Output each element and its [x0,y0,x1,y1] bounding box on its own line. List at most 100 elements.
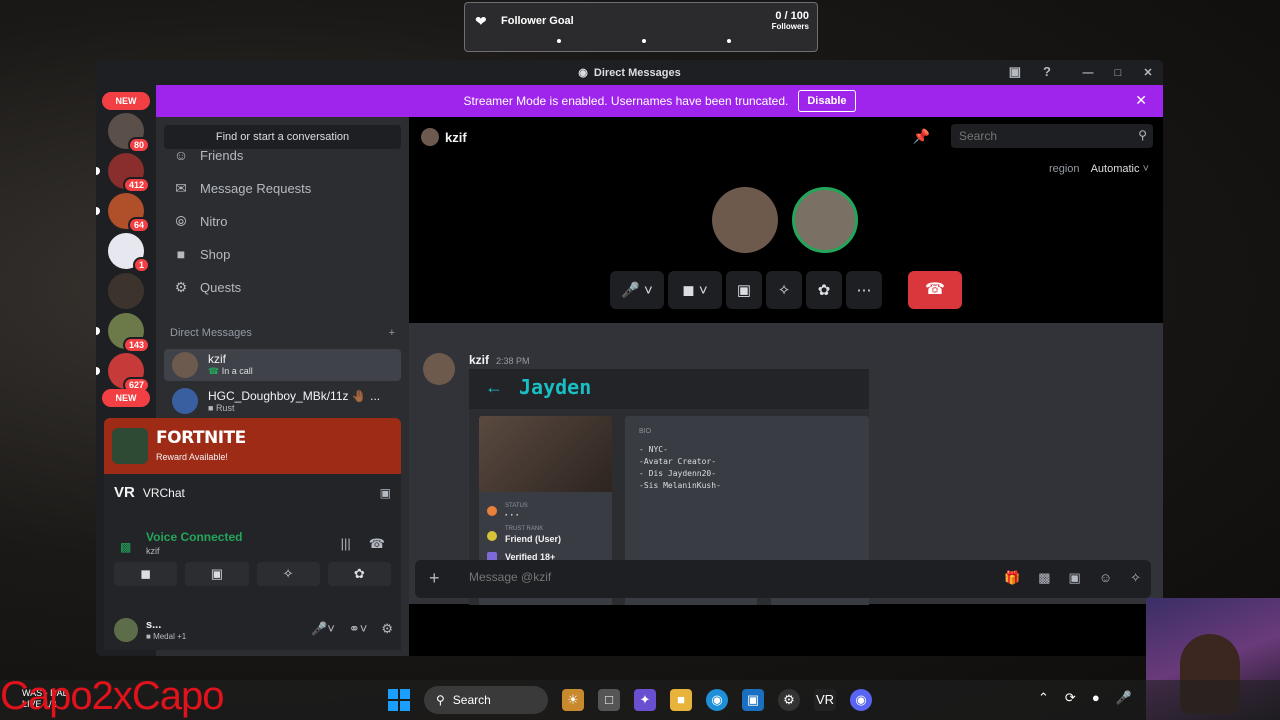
help-icon[interactable]: ? [1043,64,1051,80]
taskbar-search[interactable]: ⚲ Search [424,686,548,714]
nav-friends[interactable]: ☺ Friends [164,149,401,163]
sticker-icon[interactable]: ▣ [1069,570,1081,586]
status-value: · · · [505,510,519,520]
add-attachment-icon[interactable]: + [429,568,440,589]
inbox-icon[interactable]: ▣ [1009,64,1021,80]
avatar[interactable] [114,618,138,642]
mention-badge: 64 [127,217,150,233]
dm-name: HGC_Doughboy_MBk/11z 🤚🏾 ... [208,388,381,403]
dm-status-text: In a call [221,366,253,376]
video-button[interactable]: ◼ ˅ [668,271,722,309]
close-icon[interactable]: ✕ [1133,66,1163,79]
search-icon: ⚲ [1138,128,1147,142]
trust-rank-icon [487,531,497,541]
copilot-icon[interactable]: ✦ [634,689,656,711]
sync-icon[interactable]: ⟳ [1065,690,1076,706]
maximize-icon[interactable]: □ [1103,67,1133,79]
task-view-icon[interactable]: □ [598,689,620,711]
server-icon[interactable]: 64 [108,193,150,233]
avatar [172,352,198,378]
edge-icon[interactable]: ◉ [706,689,728,711]
vrchat-taskbar-icon[interactable]: VR [814,689,836,711]
call-controls: 🎤 ˅ ◼ ˅ ▣ ✧ ✿ ⋯ [610,271,882,309]
nav-nitro[interactable]: ⦾ Nitro [164,205,401,237]
emoji-icon[interactable]: ☺ [1099,570,1112,586]
file-explorer-icon[interactable]: ■ [670,689,692,711]
microphone-tray-icon[interactable]: 🎤 [1116,690,1132,706]
add-dm-icon[interactable]: + [389,327,395,339]
server-icon[interactable]: 80 [108,113,150,153]
signal-icon: ▩ [120,540,132,554]
more-options-button[interactable]: ⋯ [846,271,882,309]
server-icon[interactable]: 627 [108,353,150,393]
noise-suppression-icon[interactable]: ||| [341,536,351,552]
store-icon[interactable]: ▣ [742,689,764,711]
disable-streamer-mode-button[interactable]: Disable [798,90,856,112]
pin-icon[interactable]: 📌 [913,128,930,145]
avatar[interactable] [423,353,455,385]
nav-message-requests[interactable]: ✉ Message Requests [164,172,401,204]
dm-status-text: Rust [215,402,235,413]
soundboard-button[interactable]: ✿ [806,271,842,309]
nav-quests[interactable]: ⚙ Quests [164,271,401,303]
unread-pip [96,327,100,335]
taskbar-search-label: Search [452,693,491,707]
disconnect-icon[interactable]: ☎ [369,536,385,552]
message-input[interactable] [469,570,769,584]
apps-icon[interactable]: ✧ [1130,570,1141,586]
discord-window: ◉ Direct Messages ▣ ? — □ ✕ Streamer Mod… [96,60,1163,656]
gift-icon[interactable]: 🎁 [1004,570,1020,586]
back-arrow-icon: ← [485,377,503,397]
progress-tick [557,39,561,43]
search-input[interactable] [951,124,1153,148]
nav-shop[interactable]: ■ Shop [164,238,401,270]
close-banner-icon[interactable]: ✕ [1135,92,1147,109]
server-icon[interactable] [108,273,144,309]
server-icon[interactable]: 412 [108,153,150,193]
find-conversation-button[interactable]: Find or start a conversation [164,125,401,149]
discord-taskbar-icon[interactable]: ◉ [850,689,872,711]
nitro-icon: ⦾ [175,212,187,229]
taskbar-apps: ⚲ Search ☀ □ ✦ ■ ◉ ▣ ⚙ VR ◉ [388,686,872,714]
region-selector[interactable]: region Automatic ˅ [1049,163,1149,175]
voice-status[interactable]: Voice Connected kzif [146,530,242,556]
server-icon[interactable]: 1 [108,233,150,273]
quests-icon: ⚙ [174,278,188,295]
headphones-icon[interactable]: ⚭˅ [349,621,367,637]
screen-share-icon[interactable]: ▣ [380,486,391,500]
vrchat-logo: VR [114,484,135,501]
minimize-icon[interactable]: — [1073,67,1103,79]
gif-icon[interactable]: ▩ [1038,570,1050,586]
call-participant-avatar-speaking[interactable] [792,187,858,253]
bio-line: -Sis MelaninKush- [639,481,721,490]
share-screen-button[interactable]: ▣ [185,562,249,586]
chevron-up-icon[interactable]: ⌃ [1038,690,1049,706]
share-screen-button[interactable]: ▣ [726,271,762,309]
microphone-icon[interactable]: 🎤˅ [311,621,335,637]
end-call-button[interactable]: ☎ [908,271,962,309]
tray-app-icon[interactable]: ● [1092,690,1100,706]
user-controls: 🎤˅ ⚭˅ ⚙ [311,621,393,637]
follower-goal-widget: ❤ Follower Goal 0 / 100 Followers [464,2,818,52]
app-icon[interactable]: ⚙ [778,689,800,711]
settings-gear-icon[interactable]: ⚙ [381,621,393,637]
bio-line: - NYC- [639,445,668,454]
bio-label: BIO [639,428,652,435]
server-icon[interactable]: 143 [108,313,150,353]
message-author[interactable]: kzif [469,353,489,367]
mute-button[interactable]: 🎤 ˅ [610,271,664,309]
camera-button[interactable]: ◼ [114,562,178,586]
unread-pip [96,367,100,375]
system-tray: ⌃ ⟳ ● 🎤 [1038,690,1132,706]
trust-rank-label: TRUST RANK [505,526,544,532]
soundboard-button[interactable]: ✿ [327,562,391,586]
windows-start-icon[interactable] [388,689,410,711]
activities-button[interactable]: ✧ [766,271,802,309]
fortnite-promo[interactable]: FORTNITE Reward Available! [104,418,401,474]
dm-item-kzif[interactable]: kzif ☎ In a call [164,349,401,381]
widgets-icon[interactable]: ☀ [562,689,584,711]
dm-item-hgc-doughboy[interactable]: HGC_Doughboy_MBk/11z 🤚🏾 ... ■ Rust [164,385,401,417]
call-participant-avatar[interactable] [712,187,778,253]
progress-tick [727,39,731,43]
activities-button[interactable]: ✧ [256,562,320,586]
